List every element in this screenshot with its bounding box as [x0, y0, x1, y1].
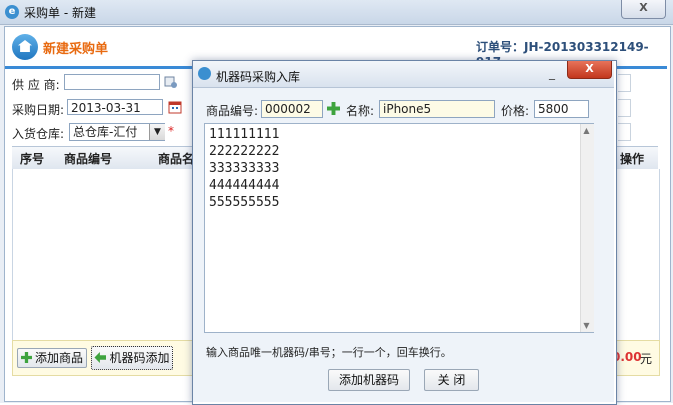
warehouse-value: 总仓库-汇付	[73, 125, 138, 139]
serial-line: 444444444	[209, 178, 280, 193]
currency-label: 元	[640, 352, 653, 366]
serial-line: 555555555	[209, 195, 280, 210]
col-index: 序号	[20, 152, 45, 166]
background-input	[618, 99, 631, 117]
window-close-button[interactable]: X	[621, 0, 666, 19]
add-serial-button[interactable]: 添加机器码	[328, 369, 410, 391]
dialog-title: 机器码采购入库	[216, 70, 301, 84]
serial-textarea[interactable]: 111111111 222222222 333333333 444444444 …	[204, 123, 594, 333]
add-by-code-button[interactable]: 机器码添加	[91, 346, 173, 370]
chevron-down-icon[interactable]: ▼	[149, 124, 165, 140]
app-icon: e	[5, 5, 19, 19]
date-label: 采购日期:	[12, 103, 65, 117]
dialog-app-icon	[198, 67, 211, 80]
background-input	[618, 123, 631, 141]
close-icon[interactable]: X	[567, 61, 612, 79]
col-code: 商品编号	[64, 152, 113, 166]
serial-line: 222222222	[209, 144, 280, 159]
product-name-input[interactable]: iPhone5	[379, 100, 495, 118]
home-icon	[12, 34, 38, 60]
supplier-input[interactable]	[64, 74, 160, 90]
scroll-up-icon[interactable]: ▲	[581, 125, 592, 136]
add-by-code-label: 机器码添加	[109, 351, 170, 365]
price-input[interactable]: 5800	[534, 100, 589, 118]
scroll-down-icon[interactable]: ▼	[581, 320, 592, 331]
input-hint: 输入商品唯一机器码/串号；一行一个，回车换行。	[206, 346, 452, 359]
product-code-label: 商品编号:	[206, 104, 259, 118]
price-label: 价格:	[501, 104, 530, 118]
col-action: 操作	[620, 152, 645, 166]
window-title: 采购单 - 新建	[24, 6, 96, 20]
plus-icon	[20, 352, 32, 363]
warehouse-label: 入货仓库:	[12, 127, 65, 141]
minimize-button[interactable]: _	[549, 66, 555, 80]
serial-line: 333333333	[209, 161, 280, 176]
product-name-label: 名称:	[346, 104, 375, 118]
calendar-icon[interactable]	[168, 100, 182, 114]
background-input	[618, 74, 631, 92]
close-dialog-button[interactable]: 关 闭	[424, 369, 479, 391]
product-code-input[interactable]: 000002	[261, 100, 323, 118]
col-name: 商品名	[158, 152, 195, 166]
arrow-icon	[94, 352, 107, 363]
date-input[interactable]: 2013-03-31	[67, 99, 163, 115]
title-bar	[0, 0, 673, 25]
required-mark: *	[168, 124, 174, 138]
page-title: 新建采购单	[43, 42, 109, 57]
supplier-label: 供 应 商:	[12, 78, 60, 92]
lookup-icon[interactable]	[164, 75, 178, 89]
add-product-button[interactable]: 添加商品	[17, 348, 87, 368]
add-product-label: 添加商品	[34, 351, 83, 365]
serial-line: 111111111	[209, 127, 280, 142]
textarea-scrollbar[interactable]	[580, 124, 594, 332]
